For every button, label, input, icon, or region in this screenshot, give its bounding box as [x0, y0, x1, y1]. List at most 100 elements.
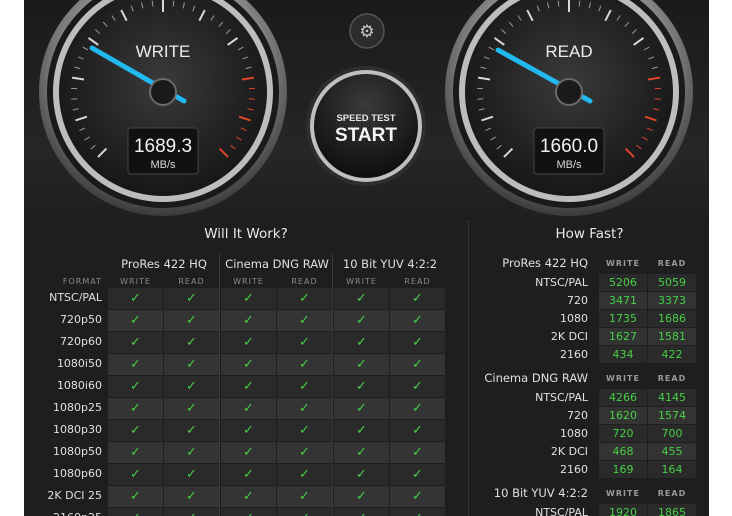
check-icon: ✓	[186, 423, 197, 438]
check-icon: ✓	[299, 445, 310, 460]
blackmagic-disk-speed-test-window: WRITE 1689.3 MB/s READ 1660.0 MB/s ⚙ SPE…	[24, 0, 709, 516]
read-speed-value: 164	[648, 461, 696, 478]
gear-icon: ⚙	[359, 22, 374, 42]
check-icon: ✓	[412, 423, 423, 438]
check-icon: ✓	[299, 357, 310, 372]
check-icon: ✓	[186, 489, 197, 504]
read-column-header: READ	[657, 489, 687, 498]
write-speed-value: 434	[599, 346, 647, 363]
read-unit: MB/s	[556, 159, 582, 171]
read-gauge: READ 1660.0 MB/s	[445, 0, 693, 216]
write-speed-value: 1620	[599, 407, 647, 424]
group-divider	[332, 254, 333, 516]
check-icon: ✓	[243, 313, 254, 328]
format-row-label: 720p50	[60, 313, 102, 326]
codec-header: Cinema DNG RAW	[225, 257, 329, 271]
read-speed-value: 455	[648, 443, 696, 460]
write-speed-value: 468	[599, 443, 647, 460]
start-button[interactable]: SPEED TEST START	[306, 66, 426, 186]
write-speed-value: 169	[599, 461, 647, 478]
format-row-label: 1080p30	[53, 423, 102, 436]
write-gauge-label: WRITE	[136, 42, 191, 61]
check-icon: ✓	[356, 379, 367, 394]
check-icon: ✓	[130, 489, 141, 504]
speed-row-label: 2K DCI	[550, 445, 588, 458]
format-row-label: 2K DCI 25	[47, 489, 102, 502]
check-icon: ✓	[186, 379, 197, 394]
format-row-label: 1080p25	[53, 401, 102, 414]
write-column-header: WRITE	[120, 277, 151, 286]
check-icon: ✓	[164, 508, 219, 516]
check-icon: ✓	[186, 313, 197, 328]
read-column-header: READ	[178, 277, 205, 286]
format-row-label: 2160p25	[24, 511, 102, 516]
read-speed-value: 1581	[648, 328, 696, 345]
check-icon: ✓	[299, 291, 310, 306]
read-speed-value: 4145	[648, 389, 696, 406]
check-icon: ✓	[130, 401, 141, 416]
check-icon: ✓	[186, 401, 197, 416]
check-icon: ✓	[412, 357, 423, 372]
check-icon: ✓	[356, 423, 367, 438]
write-speed-value: 1627	[599, 328, 647, 345]
start-button-label: START	[335, 125, 397, 146]
write-speed-value: 1735	[599, 310, 647, 327]
speed-row-label: 720	[567, 294, 588, 307]
read-speed-value: 1865	[648, 504, 696, 516]
check-icon: ✓	[243, 445, 254, 460]
format-column-header: FORMAT	[62, 277, 102, 286]
check-icon: ✓	[130, 313, 141, 328]
speed-row-label: 720	[567, 409, 588, 422]
speed-row-label: 1080	[560, 427, 588, 440]
read-column-header: READ	[657, 374, 687, 383]
check-icon: ✓	[221, 508, 276, 516]
write-speed-value: 5206	[599, 274, 647, 291]
check-icon: ✓	[243, 467, 254, 482]
codec-header: ProRes 422 HQ	[121, 257, 207, 271]
gauge-minor-tick	[172, 0, 175, 7]
write-gauge: WRITE 1689.3 MB/s	[39, 0, 287, 216]
check-icon: ✓	[299, 335, 310, 350]
check-icon: ✓	[412, 335, 423, 350]
check-icon: ✓	[412, 445, 423, 460]
check-icon: ✓	[130, 467, 141, 482]
read-column-header: READ	[404, 277, 431, 286]
check-icon: ✓	[243, 423, 254, 438]
check-icon: ✓	[243, 489, 254, 504]
write-unit: MB/s	[150, 159, 176, 171]
check-icon: ✓	[243, 357, 254, 372]
check-icon: ✓	[412, 489, 423, 504]
check-icon: ✓	[277, 508, 332, 516]
check-icon: ✓	[186, 357, 197, 372]
write-column-header: WRITE	[606, 489, 640, 498]
settings-button[interactable]: ⚙	[349, 13, 385, 49]
write-speed-value: 1920	[599, 504, 647, 516]
will-it-work-title: Will It Work?	[204, 226, 288, 242]
check-icon: ✓	[130, 379, 141, 394]
read-speed-value: 3373	[648, 292, 696, 309]
check-icon: ✓	[299, 489, 310, 504]
speed-row-label: NTSC/PAL	[535, 276, 588, 289]
how-fast-pane: How Fast? ProRes 422 HQ WRITE READ NTSC/PAL…	[470, 220, 709, 516]
speed-row-label: 2K DCI	[550, 330, 588, 343]
codec-header: 10 Bit YUV 4:2:2	[342, 257, 438, 271]
check-icon: ✓	[356, 445, 367, 460]
check-icon: ✓	[299, 423, 310, 438]
read-column-header: READ	[291, 277, 318, 286]
gauge-minor-tick	[578, 0, 581, 7]
speed-row-label: NTSC/PAL	[535, 391, 588, 404]
check-icon: ✓	[412, 291, 423, 306]
check-icon: ✓	[299, 467, 310, 482]
check-icon: ✓	[412, 313, 423, 328]
write-column-header: WRITE	[233, 277, 264, 286]
check-icon: ✓	[243, 291, 254, 306]
write-speed-value: 3471	[599, 292, 647, 309]
check-icon: ✓	[356, 401, 367, 416]
check-icon: ✓	[130, 335, 141, 350]
check-icon: ✓	[356, 467, 367, 482]
speed-row-label: 1080	[560, 312, 588, 325]
format-row-label: NTSC/PAL	[49, 291, 102, 304]
gauge-minor-tick	[557, 0, 560, 7]
speed-row-label: 2160	[560, 348, 588, 361]
format-row-label: 1080i60	[56, 379, 102, 392]
